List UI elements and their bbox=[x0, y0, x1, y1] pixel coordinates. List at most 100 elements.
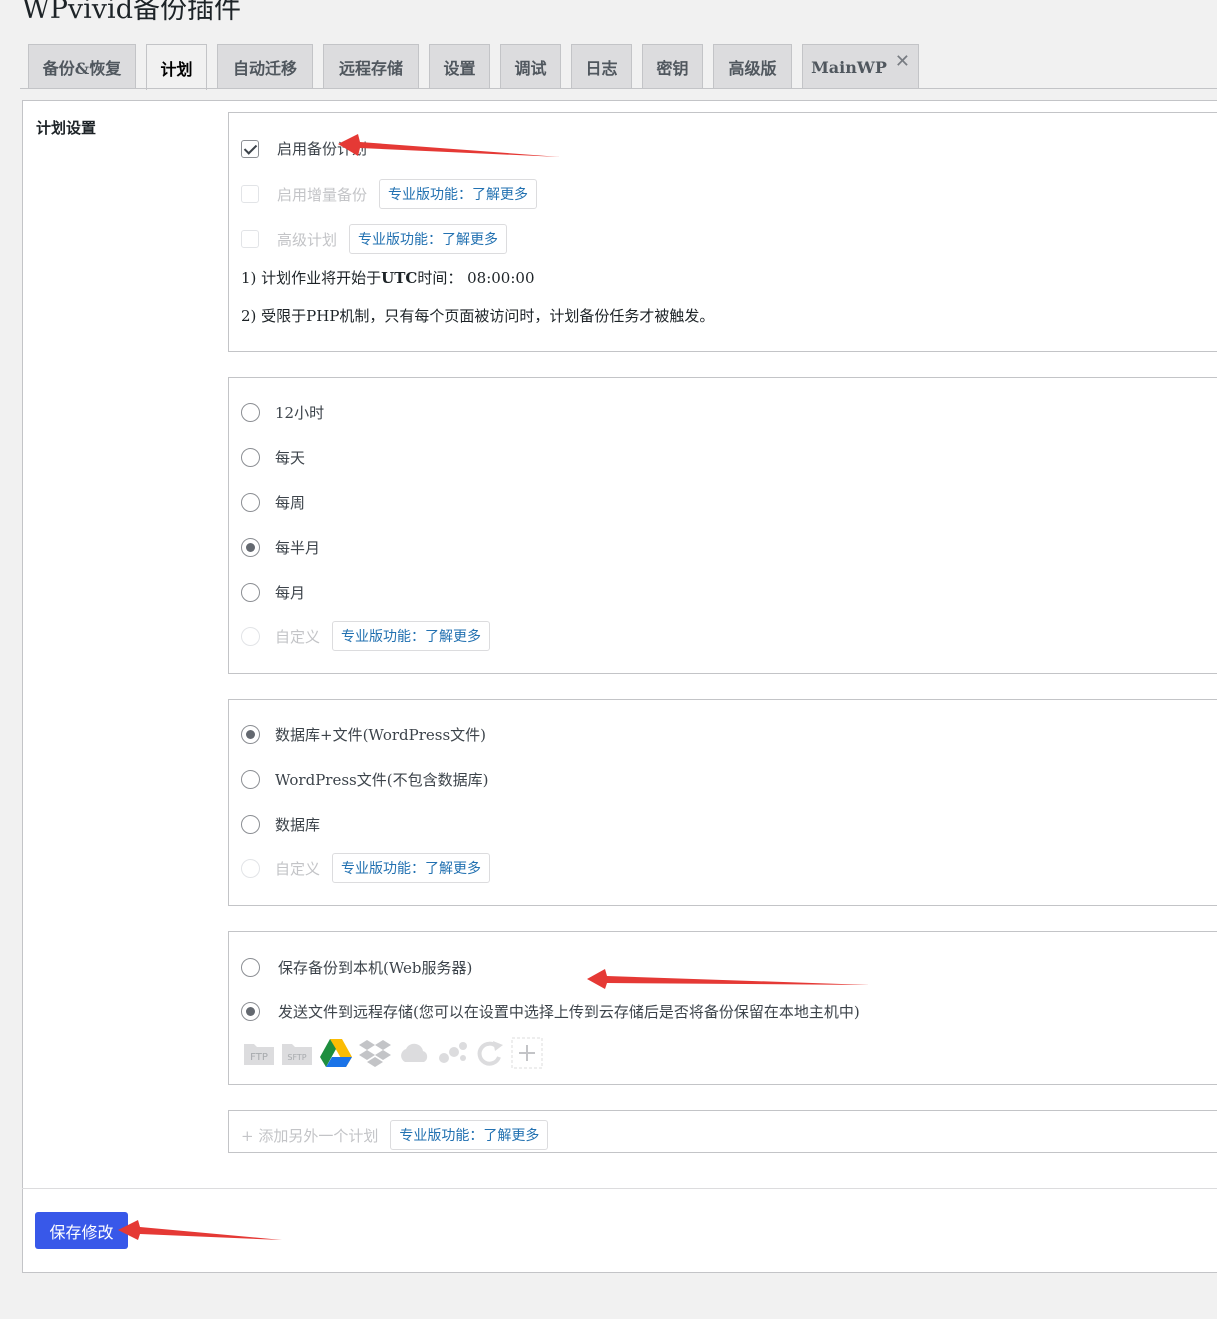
destination-remote[interactable]: 发送文件到远程存储(您可以在设置中选择上传到云存储后是否将备份保留在本地主机中) bbox=[241, 1001, 860, 1022]
content-option-files[interactable]: WordPress文件(不包含数据库) bbox=[241, 769, 488, 790]
sync-icon[interactable] bbox=[475, 1038, 505, 1068]
dropbox-icon[interactable] bbox=[359, 1038, 391, 1068]
radio-button[interactable] bbox=[241, 583, 260, 602]
sftp-icon[interactable]: SFTP bbox=[281, 1038, 313, 1068]
pro-feature-link[interactable]: 专业版功能：了解更多 bbox=[390, 1120, 549, 1150]
incremental-row: 启用增量备份 专业版功能：了解更多 bbox=[241, 179, 538, 209]
pro-prefix: 专业版功能： bbox=[399, 1128, 484, 1144]
add-schedule-box: + 添加另外一个计划 专业版功能：了解更多 bbox=[228, 1110, 1217, 1153]
radio-label: 每半月 bbox=[275, 539, 321, 557]
learn-more-link[interactable]: 了解更多 bbox=[425, 861, 481, 877]
incremental-checkbox bbox=[241, 185, 259, 203]
radio-label: WordPress文件(不包含数据库) bbox=[275, 771, 489, 789]
schedule-note-1: 1) 计划作业将开始于UTC时间： 08:00:00 bbox=[241, 267, 535, 288]
content-option-db-files[interactable]: 数据库+文件(WordPress文件) bbox=[241, 724, 486, 745]
pro-feature-link[interactable]: 专业版功能：了解更多 bbox=[332, 853, 491, 883]
storage-icons: FTP SFTP bbox=[243, 1037, 549, 1069]
radio-label: 每周 bbox=[275, 494, 306, 512]
tab-label: 远程存储 bbox=[338, 59, 403, 78]
radio-button bbox=[241, 858, 260, 878]
radio-button[interactable] bbox=[241, 725, 260, 744]
frequency-option-custom: 自定义 专业版功能：了解更多 bbox=[241, 621, 491, 651]
ftp-icon[interactable]: FTP bbox=[243, 1038, 275, 1068]
tab-settings[interactable]: 设置 bbox=[429, 44, 490, 89]
frequency-option-fortnightly[interactable]: 每半月 bbox=[241, 537, 320, 558]
tab-backup-restore[interactable]: 备份&恢复 bbox=[28, 44, 136, 89]
enable-backup-checkbox[interactable] bbox=[241, 139, 259, 158]
section-label: 计划设置 bbox=[36, 119, 97, 137]
radio-button[interactable] bbox=[241, 958, 260, 977]
pro-feature-link[interactable]: 专业版功能：了解更多 bbox=[349, 224, 508, 254]
radio-button[interactable] bbox=[241, 538, 260, 557]
frequency-box: 12小时 每天 每周 每半月 每月 自定义 专业版功能：了解更多 bbox=[228, 377, 1217, 674]
enable-backup-label: 启用备份计划 bbox=[277, 140, 368, 158]
frequency-option-monthly[interactable]: 每月 bbox=[241, 582, 305, 603]
sftp-icon-label: SFTP bbox=[287, 1053, 306, 1062]
note-text: 时间： 08:00:00 bbox=[417, 269, 535, 287]
radio-label: 自定义 bbox=[275, 627, 321, 646]
radio-button[interactable] bbox=[241, 1002, 260, 1021]
content-option-custom: 自定义 专业版功能：了解更多 bbox=[241, 853, 491, 883]
frequency-option-daily[interactable]: 每天 bbox=[241, 447, 305, 468]
schedule-enable-box: 启用备份计划 启用增量备份 专业版功能：了解更多 高级计划 专业版功能：了解更多… bbox=[228, 112, 1217, 352]
pro-prefix: 专业版功能： bbox=[341, 629, 426, 645]
backup-content-box: 数据库+文件(WordPress文件) WordPress文件(不包含数据库) … bbox=[228, 699, 1217, 906]
incremental-label: 启用增量备份 bbox=[277, 185, 368, 204]
tab-label: 自动迁移 bbox=[232, 59, 297, 78]
advanced-label: 高级计划 bbox=[277, 230, 338, 249]
frequency-option-12h[interactable]: 12小时 bbox=[241, 402, 324, 423]
pro-prefix: 专业版功能： bbox=[341, 861, 426, 877]
tab-label: 日志 bbox=[585, 59, 618, 78]
pro-feature-link[interactable]: 专业版功能：了解更多 bbox=[332, 621, 491, 651]
radio-button bbox=[241, 626, 260, 646]
radio-button[interactable] bbox=[241, 448, 260, 467]
radio-button[interactable] bbox=[241, 403, 260, 422]
radio-label: 12小时 bbox=[275, 404, 325, 422]
radio-label: 保存备份到本机(Web服务器) bbox=[278, 959, 473, 977]
frequency-option-weekly[interactable]: 每周 bbox=[241, 492, 305, 513]
destination-local[interactable]: 保存备份到本机(Web服务器) bbox=[241, 957, 472, 978]
radio-button[interactable] bbox=[241, 770, 260, 789]
radio-label: 发送文件到远程存储(您可以在设置中选择上传到云存储后是否将备份保留在本地主机中) bbox=[278, 1003, 860, 1021]
tab-auto-migration[interactable]: 自动迁移 bbox=[217, 44, 313, 89]
learn-more-link[interactable]: 了解更多 bbox=[483, 1128, 539, 1144]
add-schedule-row: + 添加另外一个计划 专业版功能：了解更多 bbox=[241, 1120, 549, 1150]
tab-label: 计划 bbox=[160, 59, 193, 79]
tab-schedule[interactable]: 计划 bbox=[146, 44, 207, 90]
destination-box: 保存备份到本机(Web服务器) 发送文件到远程存储(您可以在设置中选择上传到云存… bbox=[228, 931, 1217, 1085]
tab-label: 密钥 bbox=[656, 59, 689, 78]
page-title: WPvivid备份插件 bbox=[22, 0, 241, 25]
advanced-row: 高级计划 专业版功能：了解更多 bbox=[241, 224, 508, 254]
tab-logs[interactable]: 日志 bbox=[571, 44, 632, 89]
radio-button[interactable] bbox=[241, 815, 260, 834]
amazon-s3-icon[interactable] bbox=[437, 1038, 469, 1068]
pro-feature-link[interactable]: 专业版功能：了解更多 bbox=[379, 179, 538, 209]
tab-label: 调试 bbox=[514, 59, 547, 78]
tab-label: 备份&恢复 bbox=[42, 59, 122, 78]
ftp-icon-label: FTP bbox=[250, 1052, 268, 1063]
add-icon[interactable] bbox=[511, 1037, 543, 1069]
close-icon[interactable]: ✕ bbox=[895, 51, 910, 72]
google-drive-icon[interactable] bbox=[319, 1038, 353, 1068]
tab-label: 设置 bbox=[443, 59, 476, 78]
enable-backup-row[interactable]: 启用备份计划 bbox=[241, 138, 367, 159]
schedule-note-2: 2) 受限于PHP机制，只有每个页面被访问时，计划备份任务才被触发。 bbox=[241, 307, 715, 325]
advanced-checkbox bbox=[241, 230, 259, 248]
tabs-divider bbox=[20, 88, 1217, 89]
tab-label: MainWP bbox=[811, 57, 887, 77]
tab-remote-storage[interactable]: 远程存储 bbox=[323, 44, 419, 89]
onedrive-icon[interactable] bbox=[397, 1038, 431, 1068]
save-button[interactable]: 保存修改 bbox=[35, 1212, 128, 1249]
note-text: 1) 计划作业将开始于 bbox=[241, 269, 382, 287]
learn-more-link[interactable]: 了解更多 bbox=[442, 232, 498, 248]
footer-divider bbox=[22, 1188, 1217, 1189]
learn-more-link[interactable]: 了解更多 bbox=[425, 629, 481, 645]
content-option-db[interactable]: 数据库 bbox=[241, 814, 320, 835]
radio-button[interactable] bbox=[241, 493, 260, 512]
tab-mainwp[interactable]: MainWP ✕ bbox=[802, 44, 919, 89]
tab-key[interactable]: 密钥 bbox=[642, 44, 703, 89]
learn-more-link[interactable]: 了解更多 bbox=[472, 187, 528, 203]
add-schedule-label: + 添加另外一个计划 bbox=[241, 1126, 379, 1145]
tab-debug[interactable]: 调试 bbox=[500, 44, 561, 89]
tab-pro[interactable]: 高级版 bbox=[713, 44, 792, 89]
